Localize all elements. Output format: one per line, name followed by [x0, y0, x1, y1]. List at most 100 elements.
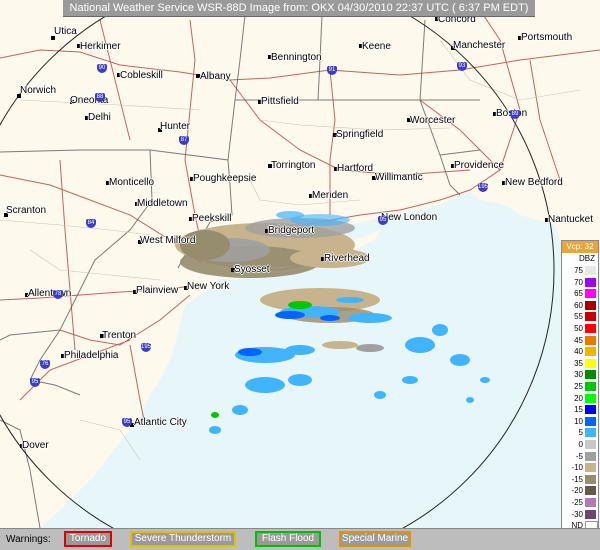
- warning-flash-flood[interactable]: Flash Flood: [255, 531, 321, 547]
- legend-value: 0: [578, 440, 583, 449]
- legend-row: 60: [562, 300, 598, 311]
- city-label: Bennington: [271, 52, 322, 63]
- legend-color-swatch: [585, 335, 596, 345]
- city-label: Riverhead: [324, 253, 370, 264]
- legend-value: 15: [574, 405, 583, 415]
- city-label: Hartford: [337, 163, 374, 174]
- city-label: Albany: [200, 71, 231, 82]
- warning-flash-flood-label: Flash Flood: [261, 533, 315, 544]
- city-label: Philadelphia: [64, 350, 119, 361]
- legend-value: -10: [571, 463, 583, 473]
- legend-color-swatch: [585, 509, 596, 519]
- warning-special-marine[interactable]: Special Marine: [339, 531, 411, 547]
- legend-row: 35: [562, 358, 598, 369]
- city-label: Plainview: [136, 285, 179, 296]
- legend-color-swatch: [585, 358, 596, 368]
- legend-row: -30: [562, 509, 598, 520]
- legend-value: 70: [574, 277, 583, 287]
- legend-value: 60: [574, 300, 583, 310]
- city-label: Pittsfield: [261, 96, 299, 107]
- legend-value: -25: [571, 498, 583, 507]
- city-label: Delhi: [88, 112, 111, 123]
- radar-display: Utica Herkimer Cobleskill Albany Bennington K…: [0, 0, 600, 550]
- legend-color-swatch: [585, 289, 596, 299]
- warnings-bar: Warnings: Tornado Severe Thunderstorm Fl…: [0, 528, 600, 550]
- city-label: Springfield: [336, 129, 384, 140]
- legend-color-swatch: [585, 382, 596, 391]
- city-label: Meriden: [312, 190, 349, 201]
- legend-value: 50: [574, 324, 583, 333]
- warnings-label: Warnings:: [6, 534, 51, 545]
- reflectivity-returns: [175, 211, 490, 434]
- city-label: Utica: [54, 26, 77, 37]
- city-label: Atlantic City: [134, 417, 187, 428]
- legend-value: 20: [574, 393, 583, 403]
- legend-row: -25: [562, 498, 598, 508]
- warning-tornado[interactable]: Tornado: [64, 531, 112, 547]
- reflectivity-legend: Vcp: 32 DBZ 75 70 65 60 55 50 45 40 35 30 25 20 15 10…: [561, 240, 599, 544]
- warning-tornado-label: Tornado: [69, 533, 107, 544]
- city-label: Providence: [454, 160, 505, 171]
- city-label: Manchester: [453, 40, 506, 51]
- legend-value: 35: [574, 358, 583, 368]
- legend-color-swatch: [585, 312, 596, 322]
- city-label: Nantucket: [548, 214, 594, 225]
- legend-unit-label: DBZ: [579, 254, 595, 263]
- city-label: New Bedford: [505, 177, 563, 188]
- legend-row: -10: [562, 463, 598, 473]
- city-label: Herkimer: [80, 41, 121, 52]
- city-label: Scranton: [6, 205, 47, 216]
- city-label: Torrington: [271, 160, 316, 171]
- legend-row: 25: [562, 382, 598, 392]
- city-label: Worcester: [410, 115, 456, 126]
- legend-row: 55: [562, 312, 598, 322]
- legend-color-swatch: [585, 416, 596, 426]
- radar-map: [0, 0, 600, 528]
- legend-row: 40: [562, 347, 598, 357]
- legend-color-swatch: [585, 347, 596, 357]
- legend-row: 20: [562, 393, 598, 404]
- legend-row: 75: [562, 266, 598, 276]
- city-label: West Milford: [140, 235, 196, 246]
- legend-row: 70: [562, 277, 598, 288]
- legend-vcp-label: Vcp: 32: [562, 241, 598, 253]
- legend-row: -5: [562, 451, 598, 462]
- city-label: Poughkeepsie: [193, 173, 257, 184]
- city-label: Syosset: [234, 264, 270, 275]
- warning-severe-thunderstorm[interactable]: Severe Thunderstorm: [130, 531, 236, 547]
- legend-value: 40: [574, 347, 583, 357]
- legend-value: 25: [574, 382, 583, 391]
- legend-color-swatch: [585, 428, 596, 438]
- legend-color-swatch: [585, 300, 596, 310]
- legend-color-swatch: [585, 498, 596, 507]
- legend-value: 65: [574, 289, 583, 299]
- legend-value: 5: [578, 428, 583, 438]
- legend-color-swatch: [585, 277, 596, 287]
- legend-value: 75: [574, 266, 583, 275]
- legend-row: -20: [562, 486, 598, 496]
- legend-color-swatch: [585, 370, 596, 380]
- city-label: New London: [381, 212, 438, 223]
- legend-value: 10: [574, 416, 583, 426]
- city-label: Dover: [22, 440, 49, 451]
- legend-color-swatch: [585, 324, 596, 333]
- legend-row: 65: [562, 289, 598, 299]
- legend-color-swatch: [585, 440, 596, 449]
- city-label: Norwich: [20, 85, 57, 96]
- city-label: Allentown: [28, 288, 72, 299]
- legend-value: 55: [574, 312, 583, 322]
- city-label: Middletown: [137, 198, 188, 209]
- warning-special-marine-label: Special Marine: [341, 533, 409, 544]
- city-label: New York: [187, 281, 230, 292]
- legend-value: -5: [575, 451, 583, 461]
- city-label: Portsmouth: [521, 32, 573, 43]
- legend-color-swatch: [585, 463, 596, 473]
- legend-row: 50: [562, 324, 598, 334]
- city-label: Trenton: [102, 330, 137, 341]
- warning-severe-thunderstorm-label: Severe Thunderstorm: [134, 533, 232, 544]
- legend-value: 45: [574, 335, 583, 345]
- city-label: Peekskill: [192, 213, 232, 224]
- legend-row: 0: [562, 440, 598, 450]
- legend-color-swatch: [585, 393, 596, 403]
- legend-value: -30: [571, 509, 583, 519]
